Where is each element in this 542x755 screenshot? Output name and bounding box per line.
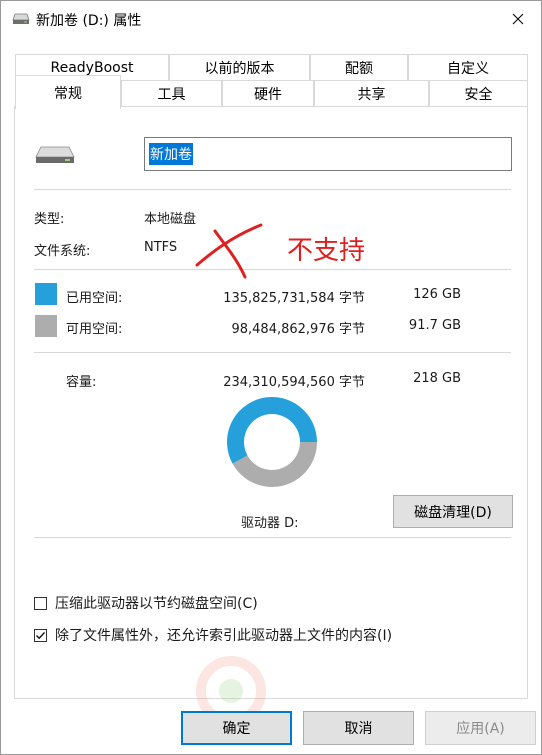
tab-general[interactable]: 常规 [15, 75, 121, 109]
checkmark-icon [36, 631, 46, 639]
volume-name-text: 新加卷 [149, 143, 193, 165]
compress-checkbox[interactable] [34, 596, 47, 610]
capacity-size: 218 GB [413, 371, 461, 386]
tab-quota[interactable]: 配额 [310, 54, 408, 80]
close-icon [512, 13, 524, 25]
used-space-size: 126 GB [413, 287, 461, 302]
ok-button[interactable]: 确定 [181, 711, 292, 745]
general-panel: 新加卷 类型: 本地磁盘 文件系统: NTFS 已用空间: 135,825,73… [14, 106, 528, 699]
used-space-label: 已用空间: [66, 291, 123, 306]
filesystem-value: NTFS [144, 240, 178, 255]
tab-tools[interactable]: 工具 [121, 80, 222, 107]
drive-icon [12, 12, 30, 30]
donut-free-segment [232, 442, 317, 487]
free-space-size: 91.7 GB [408, 318, 461, 333]
type-label: 类型: [34, 212, 65, 227]
filesystem-label: 文件系统: [34, 244, 91, 259]
disk-cleanup-button[interactable]: 磁盘清理(D) [393, 495, 513, 528]
tab-customize[interactable]: 自定义 [408, 54, 528, 80]
index-label: 除了文件属性外，还允许索引此驱动器上文件的内容(I) [55, 628, 393, 644]
drive-letter-label: 驱动器 D: [241, 516, 299, 531]
capacity-label: 容量: [66, 375, 97, 390]
cancel-button[interactable]: 取消 [303, 711, 414, 745]
tab-previous-versions[interactable]: 以前的版本 [169, 54, 310, 80]
index-checkbox[interactable] [34, 628, 47, 642]
apply-button[interactable]: 应用(A) [425, 711, 536, 745]
tab-hardware[interactable]: 硬件 [222, 80, 314, 107]
capacity-bytes: 234,310,594,560 字节 [223, 375, 365, 390]
separator [34, 189, 511, 190]
window-title: 新加卷 (D:) 属性 [36, 13, 142, 29]
free-space-bytes: 98,484,862,976 字节 [231, 322, 365, 337]
tab-strip: ReadyBoost 以前的版本 配额 自定义 常规 工具 硬件 共享 安全 [1, 51, 541, 109]
tab-security[interactable]: 安全 [429, 80, 528, 107]
free-space-swatch [35, 315, 57, 337]
red-cross-annotation [195, 223, 263, 279]
compress-label: 压缩此驱动器以节约磁盘空间(C) [55, 596, 258, 612]
index-option[interactable]: 除了文件属性外，还允许索引此驱动器上文件的内容(I) [34, 625, 392, 645]
close-button[interactable] [495, 1, 541, 37]
tab-sharing[interactable]: 共享 [314, 80, 429, 107]
volume-name-input[interactable]: 新加卷 [144, 137, 512, 171]
used-space-swatch [35, 283, 57, 305]
title-bar[interactable]: 新加卷 (D:) 属性 [1, 1, 541, 37]
drive-icon [35, 145, 75, 169]
separator [34, 537, 511, 538]
compress-option[interactable]: 压缩此驱动器以节约磁盘空间(C) [34, 593, 258, 613]
separator [34, 352, 511, 353]
properties-window: 新加卷 (D:) 属性 ReadyBoost 以前的版本 配额 自定义 常规 工… [0, 0, 542, 755]
separator [34, 269, 511, 270]
used-space-bytes: 135,825,731,584 字节 [223, 291, 365, 306]
free-space-label: 可用空间: [66, 322, 123, 337]
usage-donut-chart [227, 397, 317, 487]
annotation-text: 不支持 [287, 236, 366, 266]
